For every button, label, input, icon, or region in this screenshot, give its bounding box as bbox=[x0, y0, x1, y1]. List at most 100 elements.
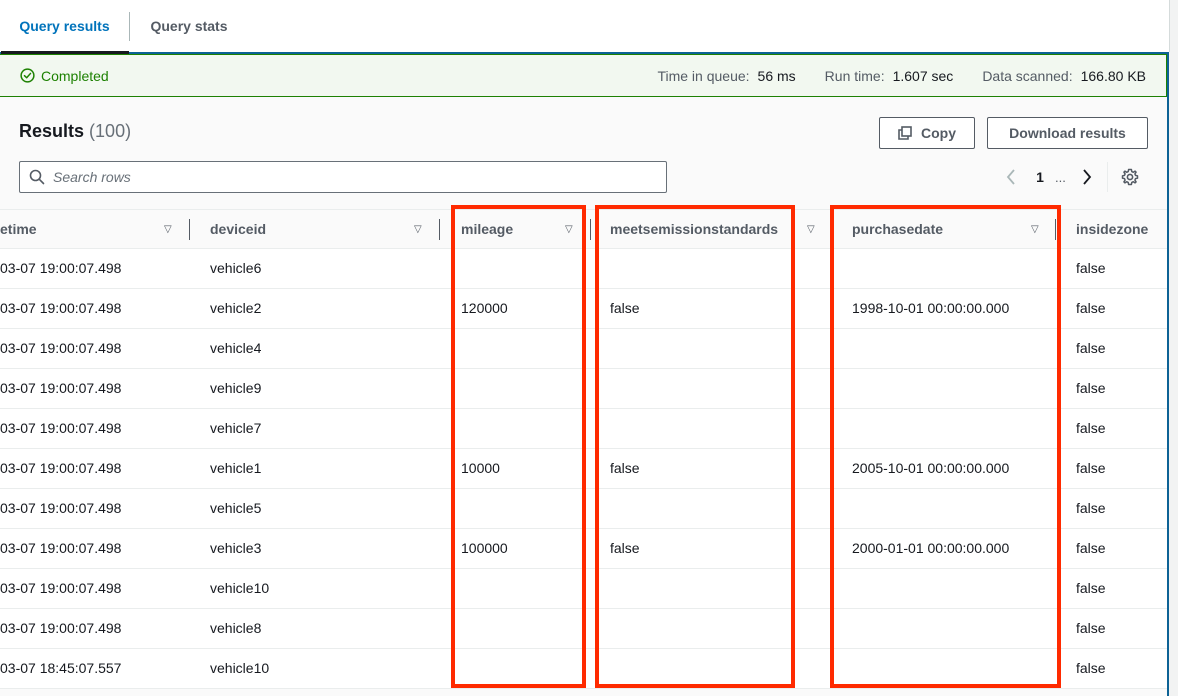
cell-insidezone: false bbox=[1076, 420, 1106, 436]
column-header-insidezone[interactable]: insidezone bbox=[1076, 210, 1148, 249]
column-header-mileage[interactable]: mileage bbox=[461, 210, 513, 249]
table-row[interactable]: 03-07 18:45:07.557 vehicle10 false bbox=[0, 649, 1167, 689]
cell-insidezone: false bbox=[1076, 460, 1106, 476]
previous-page-button[interactable] bbox=[1000, 166, 1022, 188]
cell-deviceid: vehicle8 bbox=[210, 620, 262, 636]
download-results-button[interactable]: Download results bbox=[987, 117, 1148, 149]
page-1-button[interactable]: 1 bbox=[1033, 169, 1047, 185]
stat-data-scanned: Data scanned: 166.80 KB bbox=[982, 68, 1146, 84]
column-resizer[interactable] bbox=[590, 219, 591, 240]
sort-icon[interactable]: ▽ bbox=[565, 210, 573, 249]
table-row[interactable]: 03-07 19:00:07.498 vehicle3 100000 false 200… bbox=[0, 529, 1167, 569]
cell-mileage: 100000 bbox=[461, 540, 508, 556]
cell-purchasedate: 2000-01-01 00:00:00.000 bbox=[852, 540, 1010, 556]
chevron-left-icon bbox=[1006, 169, 1015, 185]
cell-time: 03-07 18:45:07.557 bbox=[0, 660, 122, 676]
cell-insidezone: false bbox=[1076, 660, 1106, 676]
copy-button[interactable]: Copy bbox=[879, 117, 975, 149]
column-header-deviceid[interactable]: deviceid bbox=[210, 210, 266, 249]
column-header-purchasedate[interactable]: purchasedate bbox=[852, 210, 943, 249]
cell-deviceid: vehicle3 bbox=[210, 540, 262, 556]
cell-purchasedate: 2005-10-01 00:00:00.000 bbox=[852, 460, 1010, 476]
column-resizer[interactable] bbox=[1055, 219, 1056, 240]
stat-value: 166.80 KB bbox=[1080, 67, 1146, 84]
table-row[interactable]: 03-07 19:00:07.498 vehicle2 120000 false 199… bbox=[0, 289, 1167, 329]
cell-mileage: 10000 bbox=[461, 460, 500, 476]
cell-time: 03-07 19:00:07.498 bbox=[0, 580, 122, 596]
cell-mileage: 120000 bbox=[461, 300, 508, 316]
stat-value: 56 ms bbox=[757, 67, 796, 84]
table-header-row: etime ▽ deviceid ▽ mileage ▽ meetsemissi… bbox=[0, 209, 1167, 249]
cell-insidezone: false bbox=[1076, 340, 1106, 356]
check-circle-icon bbox=[20, 68, 35, 83]
cell-deviceid: vehicle7 bbox=[210, 420, 262, 436]
cell-deviceid: vehicle10 bbox=[210, 580, 270, 596]
cell-meetsemissionstandards: false bbox=[610, 460, 640, 476]
cell-time: 03-07 19:00:07.498 bbox=[0, 380, 122, 396]
gear-icon[interactable] bbox=[1121, 168, 1139, 186]
column-header-meetsemissionstandards[interactable]: meetsemissionstandards bbox=[610, 210, 778, 249]
sort-icon[interactable]: ▽ bbox=[807, 210, 815, 249]
cell-time: 03-07 19:00:07.498 bbox=[0, 300, 122, 316]
cell-meetsemissionstandards: false bbox=[610, 540, 640, 556]
cell-time: 03-07 19:00:07.498 bbox=[0, 260, 122, 276]
cell-insidezone: false bbox=[1076, 620, 1106, 636]
cell-insidezone: false bbox=[1076, 540, 1106, 556]
cell-insidezone: false bbox=[1076, 380, 1106, 396]
results-title: Results bbox=[19, 121, 85, 141]
table-row[interactable]: 03-07 19:00:07.498 vehicle10 false bbox=[0, 569, 1167, 609]
status-indicator: Completed bbox=[20, 55, 109, 96]
results-count: (100) bbox=[89, 121, 132, 141]
cell-insidezone: false bbox=[1076, 500, 1106, 516]
copy-button-label: Copy bbox=[921, 125, 956, 141]
cell-insidezone: false bbox=[1076, 260, 1106, 276]
search-rows-input[interactable] bbox=[53, 169, 653, 185]
table-row[interactable]: 03-07 19:00:07.498 vehicle4 false bbox=[0, 329, 1167, 369]
table-row[interactable]: 03-07 19:00:07.498 vehicle5 false bbox=[0, 489, 1167, 529]
tab-query-stats[interactable]: Query stats bbox=[130, 0, 248, 52]
table-row[interactable]: 03-07 19:00:07.498 vehicle9 false bbox=[0, 369, 1167, 409]
pagination: 1 ... bbox=[1000, 161, 1139, 193]
query-stats-summary: Time in queue: 56 ms Run time: 1.607 sec… bbox=[628, 55, 1146, 96]
panel-right-border bbox=[1167, 52, 1169, 696]
cell-time: 03-07 19:00:07.498 bbox=[0, 340, 122, 356]
table-row[interactable]: 03-07 19:00:07.498 vehicle8 false bbox=[0, 609, 1167, 649]
cell-meetsemissionstandards: false bbox=[610, 300, 640, 316]
stat-run-time: Run time: 1.607 sec bbox=[825, 68, 954, 84]
cell-deviceid: vehicle4 bbox=[210, 340, 262, 356]
column-resizer[interactable] bbox=[439, 219, 440, 240]
table-row[interactable]: 03-07 19:00:07.498 vehicle6 false bbox=[0, 249, 1167, 289]
table-row[interactable]: 03-07 19:00:07.498 vehicle7 false bbox=[0, 409, 1167, 449]
status-label: Completed bbox=[41, 67, 109, 84]
results-heading: Results (100) bbox=[19, 121, 131, 142]
tab-query-results[interactable]: Query results bbox=[0, 0, 129, 52]
tab-bar: Query results Query stats bbox=[0, 0, 1170, 54]
cell-time: 03-07 19:00:07.498 bbox=[0, 620, 122, 636]
cell-deviceid: vehicle9 bbox=[210, 380, 262, 396]
cell-deviceid: vehicle5 bbox=[210, 500, 262, 516]
cell-deviceid: vehicle1 bbox=[210, 460, 262, 476]
cell-deviceid: vehicle10 bbox=[210, 660, 270, 676]
right-gutter-divider bbox=[1169, 0, 1170, 52]
sort-icon[interactable]: ▽ bbox=[414, 210, 422, 249]
cell-time: 03-07 19:00:07.498 bbox=[0, 540, 122, 556]
copy-icon bbox=[898, 126, 912, 140]
table-row[interactable]: 03-07 19:00:07.498 vehicle1 10000 false 2005… bbox=[0, 449, 1167, 489]
search-rows-field[interactable] bbox=[19, 161, 667, 193]
cell-time: 03-07 19:00:07.498 bbox=[0, 460, 122, 476]
sort-icon[interactable]: ▽ bbox=[1031, 210, 1039, 249]
stat-label: Data scanned: bbox=[982, 67, 1073, 84]
column-resizer[interactable] bbox=[189, 219, 190, 240]
next-page-button[interactable] bbox=[1076, 166, 1098, 188]
stat-value: 1.607 sec bbox=[892, 67, 954, 84]
sort-icon[interactable]: ▽ bbox=[164, 210, 172, 249]
cell-time: 03-07 19:00:07.498 bbox=[0, 500, 122, 516]
chevron-right-icon bbox=[1083, 169, 1092, 185]
cell-deviceid: vehicle2 bbox=[210, 300, 262, 316]
pagination-ellipsis: ... bbox=[1055, 169, 1066, 185]
column-header-time[interactable]: etime bbox=[0, 210, 37, 249]
stat-label: Run time: bbox=[824, 67, 885, 84]
cell-insidezone: false bbox=[1076, 300, 1106, 316]
right-gutter bbox=[1169, 0, 1178, 696]
cell-insidezone: false bbox=[1076, 580, 1106, 596]
